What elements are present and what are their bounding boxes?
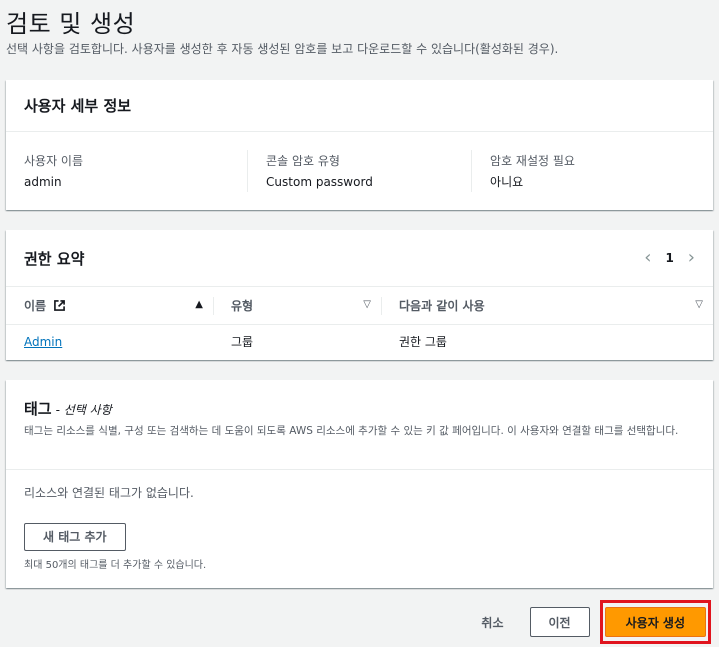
tags-description: 태그는 리소스를 식별, 구성 또는 검색하는 데 도움이 되도록 AWS 리소…: [24, 425, 679, 437]
tags-header: 태그 - 선택 사항 태그는 리소스를 식별, 구성 또는 검색하는 데 도움이…: [6, 380, 713, 470]
cell-type: 그룹: [231, 335, 254, 350]
column-header-name[interactable]: 이름 ▲: [6, 286, 213, 325]
column-label: 유형: [231, 299, 254, 313]
page-description: 선택 사항을 검토합니다. 사용자를 생성한 후 자동 생성된 암호를 보고 다…: [6, 42, 559, 56]
field-console-password-type: 콘솔 암호 유형 Custom password: [247, 150, 471, 192]
highlight-box: 사용자 생성: [599, 600, 711, 644]
field-username: 사용자 이름 admin: [24, 150, 247, 192]
field-label: 콘솔 암호 유형: [266, 154, 340, 168]
previous-button[interactable]: 이전: [529, 607, 590, 637]
chevron-right-icon[interactable]: ›: [688, 249, 695, 267]
permissions-title: 권한 요약: [24, 249, 85, 268]
cell-used-as: 권한 그룹: [399, 335, 447, 350]
user-details-header: 사용자 세부 정보: [6, 80, 713, 132]
wizard-footer: 취소 이전 사용자 생성: [465, 600, 711, 644]
user-details-card: 사용자 세부 정보 사용자 이름 admin 콘솔 암호 유형 Custom p…: [6, 80, 713, 210]
tags-optional-label: - 선택 사항: [55, 403, 112, 417]
tags-title-row: 태그 - 선택 사항: [24, 398, 112, 419]
sort-asc-icon[interactable]: ▲: [195, 299, 203, 310]
table-row: Admin 그룹 권한 그룹: [6, 325, 713, 359]
column-header-type[interactable]: 유형 ▽: [213, 286, 381, 325]
sort-desc-icon[interactable]: ▽: [363, 299, 371, 310]
policy-link[interactable]: Admin: [24, 335, 62, 349]
permissions-summary-card: 권한 요약 ‹ 1 › 이름 ▲ 유형 ▽ 다음과 같이 사용 ▽ Admin …: [6, 230, 713, 360]
tags-card: 태그 - 선택 사항 태그는 리소스를 식별, 구성 또는 검색하는 데 도움이…: [6, 380, 713, 588]
sort-desc-icon[interactable]: ▽: [695, 299, 703, 310]
cell-name: Admin: [6, 325, 213, 359]
column-header-used-as[interactable]: 다음과 같이 사용 ▽: [381, 286, 713, 325]
field-value: 아니요: [490, 175, 524, 189]
column-label: 이름: [24, 299, 47, 313]
tags-limit-hint: 최대 50개의 태그를 더 추가할 수 있습니다.: [24, 560, 207, 571]
user-details-fields: 사용자 이름 admin 콘솔 암호 유형 Custom password 암호…: [6, 132, 713, 192]
field-password-reset-required: 암호 재설정 필요 아니요: [471, 150, 695, 192]
table-header-row: 이름 ▲ 유형 ▽ 다음과 같이 사용 ▽: [6, 286, 713, 325]
column-label: 다음과 같이 사용: [399, 299, 485, 313]
chevron-left-icon[interactable]: ‹: [644, 249, 651, 267]
add-tag-button[interactable]: 새 태그 추가: [24, 523, 126, 551]
tags-empty-message: 리소스와 연결된 태그가 없습니다.: [24, 486, 194, 500]
tags-body: 리소스와 연결된 태그가 없습니다. 새 태그 추가 최대 50개의 태그를 더…: [6, 470, 713, 585]
pagination: ‹ 1 ›: [644, 249, 695, 267]
user-details-title: 사용자 세부 정보: [24, 97, 132, 115]
create-user-button[interactable]: 사용자 생성: [604, 607, 706, 637]
tags-title: 태그: [24, 400, 52, 418]
field-value: Custom password: [266, 175, 373, 189]
page-number[interactable]: 1: [665, 251, 673, 265]
field-label: 사용자 이름: [24, 154, 84, 168]
field-label: 암호 재설정 필요: [490, 154, 575, 168]
field-value: admin: [24, 175, 62, 189]
page-title: 검토 및 생성: [6, 10, 136, 38]
cancel-button[interactable]: 취소: [465, 607, 519, 637]
external-link-icon: [54, 300, 66, 311]
permissions-header: 권한 요약 ‹ 1 ›: [6, 230, 713, 286]
permissions-table: 이름 ▲ 유형 ▽ 다음과 같이 사용 ▽ Admin 그룹 권한 그룹: [6, 286, 713, 359]
